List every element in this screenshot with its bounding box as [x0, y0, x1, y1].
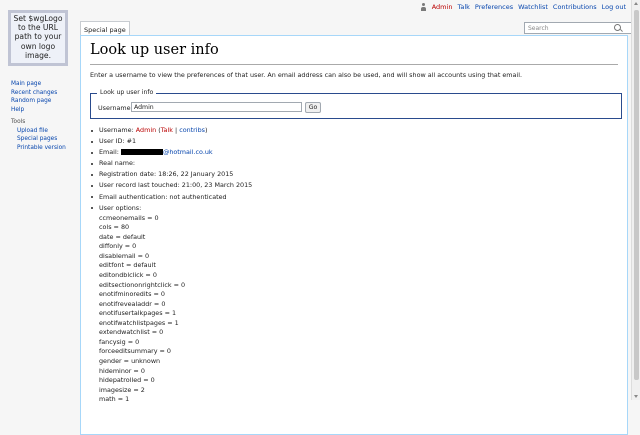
username-field-label: Username: [99, 126, 134, 134]
option-item: extendwatchlist = 0 [99, 328, 164, 337]
option-item: cols = 80 [99, 223, 130, 232]
option-item: hidepatrolled = 0 [99, 376, 155, 385]
user-options-list: ccmeonemails = 0 cols = 80 date = defaul… [99, 214, 252, 405]
email-field-label: Email: [99, 148, 119, 157]
personal-user-link[interactable]: Admin [432, 3, 453, 11]
site-logo[interactable]: Set $wgLogo to the URL path to your own … [8, 10, 68, 66]
link-separator: | [174, 126, 178, 134]
content-area: Look up user info Enter a username to vi… [80, 35, 628, 435]
email-link[interactable]: @hotmail.co.uk [163, 148, 213, 156]
scroll-thumb[interactable] [634, 10, 639, 380]
option-item: editfont = default [99, 261, 156, 270]
sidebar-item-help[interactable]: Help [11, 107, 24, 113]
option-item: diffonly = 0 [99, 242, 137, 251]
personal-talk-link[interactable]: Talk [457, 3, 469, 11]
sidebar-item-printable-version[interactable]: Printable version [17, 145, 66, 151]
username-label: Username: [98, 104, 133, 112]
sidebar-item-special-pages[interactable]: Special pages [17, 136, 57, 142]
sidebar: Main page Recent changes Random page Hel… [11, 80, 66, 152]
talk-link[interactable]: Talk [161, 126, 173, 134]
intro-text: Enter a username to view the preferences… [90, 71, 523, 79]
option-item: date = default [99, 232, 146, 241]
personal-logout-link[interactable]: Log out [602, 3, 626, 11]
info-email: Email: @hotmail.co.uk [90, 147, 252, 158]
sidebar-tools-heading[interactable]: Tools [11, 118, 66, 127]
username-input[interactable] [131, 102, 302, 112]
option-item: enotifrevealaddr = 0 [99, 299, 166, 308]
user-options-label: User options: [99, 203, 142, 212]
title-divider [90, 64, 618, 65]
option-item: fancysig = 0 [99, 337, 140, 346]
option-item: enotifusertalkpages = 1 [99, 309, 177, 318]
scroll-up-arrow-icon[interactable] [634, 2, 638, 5]
page-title: Look up user info [90, 42, 219, 58]
tab-special-page[interactable]: Special page [80, 21, 130, 36]
option-item: ccmeonemails = 0 [99, 213, 159, 222]
logo-text: Set $wgLogo to the URL path to your own … [13, 14, 63, 60]
option-item: editondblclick = 0 [99, 271, 157, 280]
option-item: enotifwatchlistpages = 1 [99, 318, 179, 327]
user-info-list: Username: Admin (Talk | contribs) User I… [90, 125, 252, 405]
page-scrollbar[interactable] [631, 0, 640, 400]
sidebar-item-recent-changes[interactable]: Recent changes [11, 90, 57, 96]
info-email-auth: Email authentication: not authenticated [90, 192, 252, 203]
option-item: editsectiononrightclick = 0 [99, 280, 186, 289]
info-user-id: User ID: #1 [90, 136, 252, 147]
sidebar-item-random-page[interactable]: Random page [11, 98, 51, 104]
personal-watchlist-link[interactable]: Watchlist [518, 3, 548, 11]
username-link[interactable]: Admin [136, 126, 156, 134]
info-username: Username: Admin (Talk | contribs) [90, 125, 252, 136]
scroll-down-arrow-icon[interactable] [634, 395, 638, 398]
personal-tools: Admin Talk Preferences Watchlist Contrib… [420, 3, 626, 11]
option-item: disablemail = 0 [99, 251, 150, 260]
option-item: hideminor = 0 [99, 366, 145, 375]
option-item: gender = unknown [99, 356, 161, 365]
contribs-link[interactable]: contribs [179, 126, 205, 134]
option-item: enotifminoredits = 0 [99, 290, 165, 299]
info-registration-date: Registration date: 18:26, 22 January 201… [90, 169, 252, 180]
info-real-name: Real name: [90, 158, 252, 169]
user-icon [420, 3, 427, 11]
info-user-options: User options: ccmeonemails = 0 cols = 80… [90, 203, 252, 405]
sidebar-item-upload-file[interactable]: Upload file [17, 128, 48, 134]
personal-contributions-link[interactable]: Contributions [553, 3, 597, 11]
fieldset-legend: Look up user info [97, 89, 157, 96]
lookup-fieldset: Look up user info Username: Go [90, 89, 622, 119]
sidebar-item-main-page[interactable]: Main page [11, 81, 41, 87]
info-last-touched: User record last touched: 21:00, 23 Marc… [90, 180, 252, 191]
personal-preferences-link[interactable]: Preferences [475, 3, 513, 11]
search-icon[interactable] [614, 24, 621, 31]
go-button[interactable]: Go [305, 102, 321, 113]
option-item: imagesize = 2 [99, 385, 145, 394]
email-redaction [120, 149, 163, 156]
option-item: forceeditsummary = 0 [99, 347, 172, 356]
